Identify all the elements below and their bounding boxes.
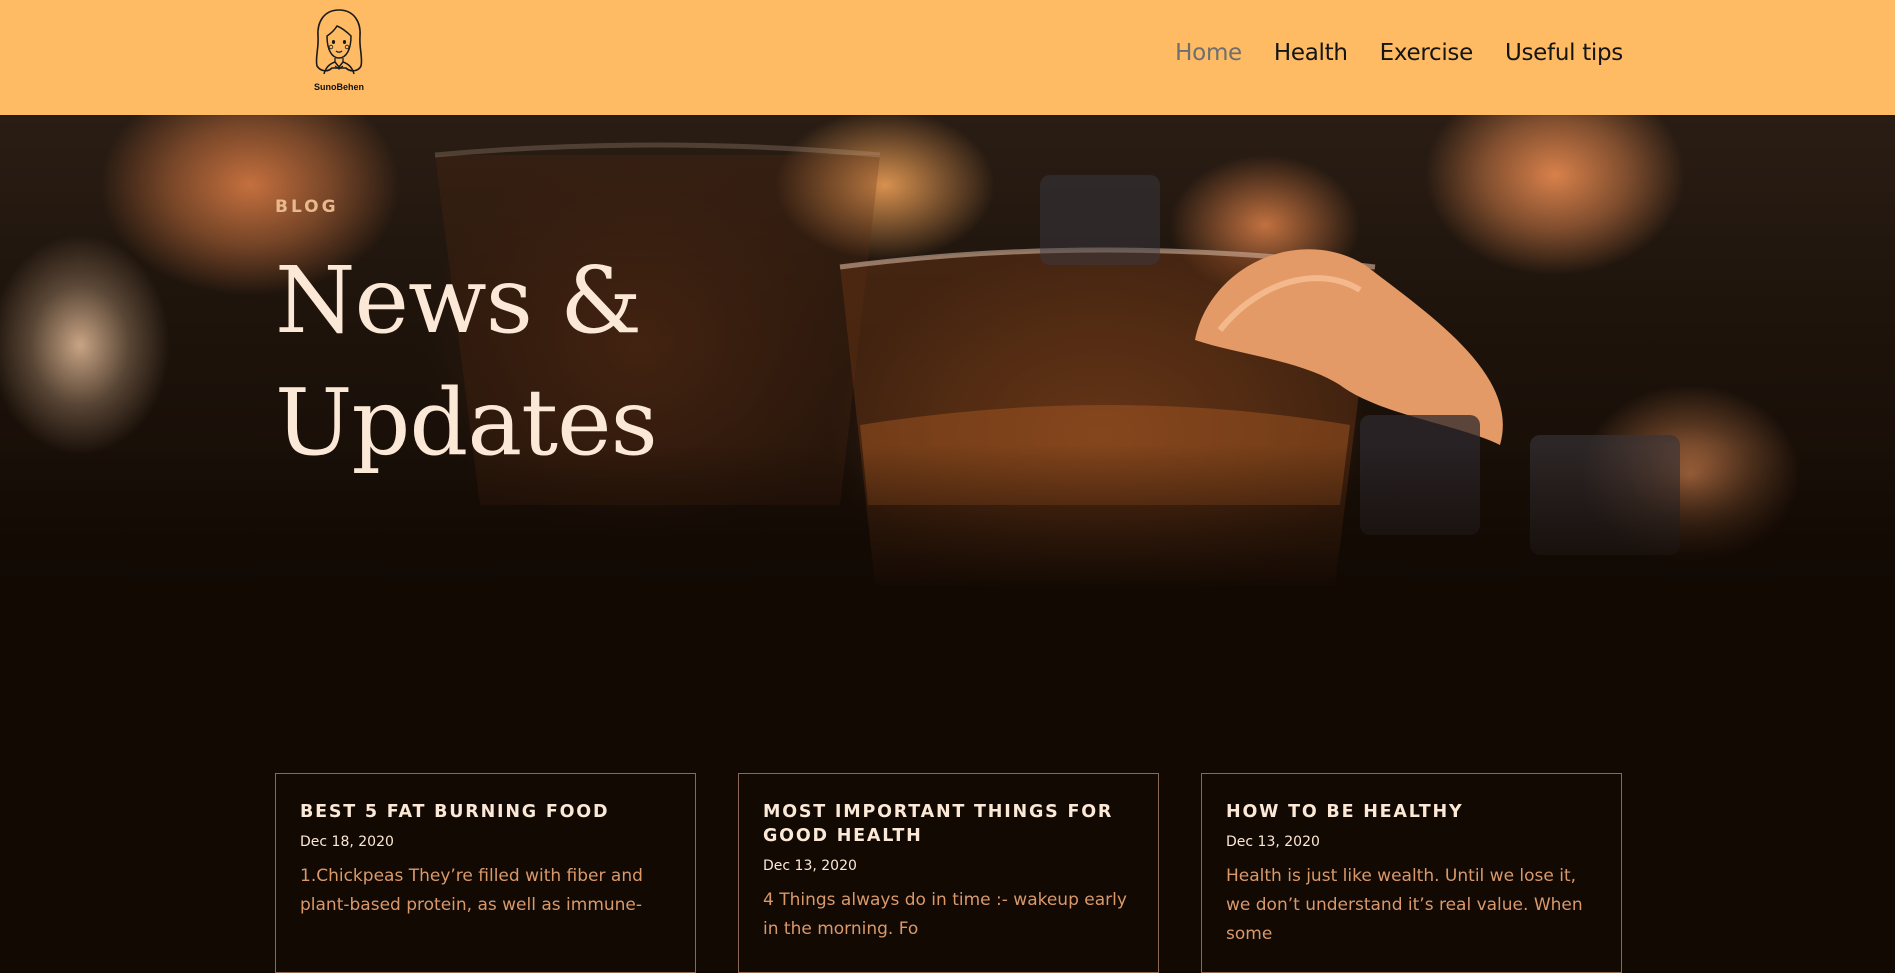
- site-header: SunoBehen Home Health Exercise Useful ti…: [0, 0, 1895, 115]
- post-date: Dec 13, 2020: [763, 858, 857, 874]
- hero-eyebrow: BLOG: [275, 197, 339, 217]
- post-excerpt: 1.Chickpeas They’re filled with fiber an…: [300, 866, 643, 915]
- post-title[interactable]: MOST IMPORTANT THINGS FOR GOOD HEALTH: [763, 800, 1134, 848]
- post-card[interactable]: MOST IMPORTANT THINGS FOR GOOD HEALTH De…: [738, 773, 1159, 973]
- post-date: Dec 18, 2020: [300, 834, 394, 850]
- logo-wordmark: SunoBehen: [313, 82, 364, 92]
- nav-link-useful-tips[interactable]: Useful tips: [1505, 40, 1623, 66]
- post-card[interactable]: BEST 5 FAT BURNING FOOD Dec 18, 2020 1.C…: [275, 773, 696, 973]
- post-date: Dec 13, 2020: [1226, 834, 1320, 850]
- post-title[interactable]: BEST 5 FAT BURNING FOOD: [300, 800, 671, 824]
- page-title: News & Updates: [275, 247, 658, 476]
- post-excerpt: Health is just like wealth. Until we los…: [1226, 866, 1583, 944]
- girl-avatar-logo-icon: [315, 9, 363, 75]
- nav-link-exercise[interactable]: Exercise: [1380, 40, 1474, 66]
- post-card[interactable]: HOW TO BE HEALTHY Dec 13, 2020 Health is…: [1201, 773, 1622, 973]
- nav-link-home[interactable]: Home: [1175, 40, 1242, 66]
- site-logo[interactable]: SunoBehen: [300, 6, 378, 96]
- main-navigation: Home Health Exercise Useful tips: [1175, 40, 1623, 66]
- nav-link-health[interactable]: Health: [1274, 40, 1348, 66]
- post-title[interactable]: HOW TO BE HEALTHY: [1226, 800, 1597, 824]
- post-excerpt: 4 Things always do in time :- wakeup ear…: [763, 890, 1127, 939]
